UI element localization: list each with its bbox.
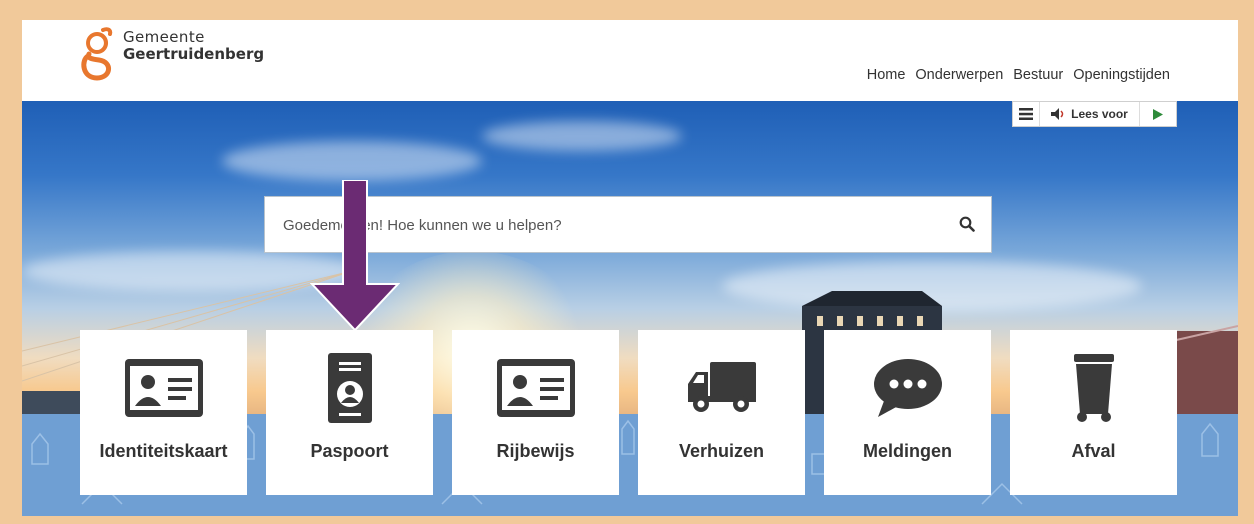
tile-afval[interactable]: Afval — [1010, 330, 1177, 495]
readspeaker-bar: Lees voor — [1012, 101, 1177, 127]
nav-home[interactable]: Home — [867, 67, 906, 83]
tile-rijbewijs[interactable]: Rijbewijs — [452, 330, 619, 495]
tile-label: Rijbewijs — [496, 441, 575, 461]
passport-icon — [327, 353, 372, 423]
site-header: Gemeente Geertruidenberg Home Onderwerpe… — [22, 20, 1238, 101]
lees-voor-label: Lees voor — [1071, 107, 1128, 121]
tile-icon-wrap — [80, 344, 247, 432]
tile-icon-wrap — [452, 344, 619, 432]
speech-bubble-icon — [873, 359, 942, 417]
play-button[interactable] — [1140, 108, 1176, 120]
play-icon — [1153, 108, 1163, 120]
pointing-arrow-icon — [310, 180, 400, 332]
main-nav: Home Onderwerpen Bestuur Openingstijden — [867, 67, 1170, 83]
tile-label: Meldingen — [863, 441, 952, 461]
tile-identiteitskaart[interactable]: Identiteitskaart — [80, 330, 247, 495]
nav-onderwerpen[interactable]: Onderwerpen — [915, 67, 1003, 83]
logo-text[interactable]: Gemeente Geertruidenberg — [123, 29, 264, 63]
tile-icon-wrap — [824, 344, 991, 432]
speaker-icon — [1051, 108, 1064, 120]
tile-icon-wrap — [266, 344, 433, 432]
tile-icon-wrap — [638, 344, 805, 432]
tile-label: Paspoort — [310, 441, 389, 461]
tile-meldingen[interactable]: Meldingen — [824, 330, 991, 495]
lees-voor-button[interactable]: Lees voor — [1040, 102, 1140, 126]
drivers-license-icon — [496, 359, 575, 417]
truck-icon — [687, 362, 756, 412]
logo-line2: Geertruidenberg — [123, 45, 265, 63]
tile-paspoort[interactable]: Paspoort — [266, 330, 433, 495]
search-icon[interactable] — [959, 216, 975, 232]
municipality-logo-icon[interactable] — [77, 26, 117, 82]
tile-label: Afval — [1071, 441, 1116, 461]
nav-openingstijden[interactable]: Openingstijden — [1073, 67, 1170, 83]
readspeaker-menu-button[interactable] — [1013, 102, 1040, 126]
browser-frame: Gemeente Geertruidenberg Home Onderwerpe… — [22, 20, 1238, 516]
nav-bestuur[interactable]: Bestuur — [1013, 67, 1063, 83]
menu-icon — [1019, 108, 1033, 120]
tile-label: Verhuizen — [678, 441, 765, 461]
logo-line1: Gemeente — [123, 28, 205, 46]
tile-verhuizen[interactable]: Verhuizen — [638, 330, 805, 495]
trash-bin-icon — [1073, 354, 1114, 422]
id-card-icon — [124, 359, 203, 417]
tile-icon-wrap — [1010, 344, 1177, 432]
tile-label: Identiteitskaart — [99, 441, 228, 461]
